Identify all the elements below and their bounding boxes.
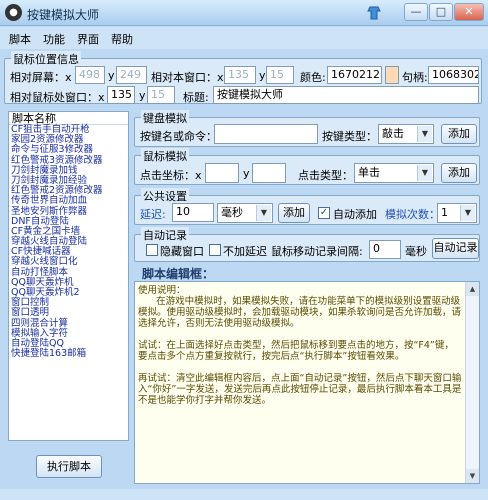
status-bar [0, 489, 488, 500]
window-title: 按键模拟大师 [27, 8, 100, 22]
key-add-button[interactable]: 添加 [441, 124, 477, 144]
penguin-icon: ● [5, 4, 22, 21]
click-type-select[interactable]: 单击 ▼ [354, 163, 434, 183]
close-button[interactable]: ✕ [454, 3, 484, 21]
chevron-down-icon: ▼ [417, 126, 432, 142]
no-delay-label: 不加延迟 [223, 245, 267, 258]
script-editor[interactable]: 使用说明： 在游戏中模拟时，如果模拟失败，请在功能菜单下的模拟级别设置驱动级模拟… [134, 281, 480, 484]
handle-label: 句柄: [402, 71, 428, 84]
editor-paragraph-try: 试试：在上面选择好点击类型，然后把鼠标移到要点击的地方，按“F4”键，要点击多个… [138, 340, 454, 362]
click-type-value: 单击 [358, 166, 380, 179]
auto-add-label: 自动添加 [333, 208, 377, 221]
menu-bar: 脚本 功能 界面 帮助 [0, 27, 488, 49]
run-script-button[interactable]: 执行脚本 [36, 455, 102, 478]
maximize-button[interactable]: □ [429, 3, 453, 21]
script-list[interactable]: 脚本名称 CF狙击手自动开枪 家园2资源修改器 命令与征服3修改器 红色警戒3资源修改… [8, 111, 129, 441]
key-type-label: 按键类型： [322, 130, 377, 143]
sim-times-label: 模拟次数： [385, 208, 440, 221]
caption-field: 按键模拟大师 [213, 86, 479, 104]
interval-label: 鼠标移动记录间隔: [271, 245, 363, 258]
click-type-label: 点击类型： [298, 169, 353, 182]
editor-scrollbar[interactable]: ▲ ▼ [465, 282, 479, 483]
scroll-down-icon[interactable]: ▼ [466, 469, 479, 483]
mouse-info-title: 鼠标位置信息 [11, 51, 81, 67]
key-name-input[interactable] [214, 124, 318, 144]
key-type-select[interactable]: 敲击 ▼ [378, 124, 434, 144]
interval-unit-label: 毫秒 [405, 245, 427, 258]
sim-times-select[interactable]: 1 ▼ [437, 203, 477, 223]
mouse-add-button[interactable]: 添加 [441, 163, 477, 183]
title-bar: ● 按键模拟大师 — □ ✕ [0, 0, 488, 26]
skin-icon[interactable] [367, 5, 381, 20]
menu-function[interactable]: 功能 [43, 31, 65, 47]
screen-x-field: 498 [75, 66, 105, 84]
color-swatch [385, 66, 399, 84]
editor-title: 脚本编辑框： [142, 267, 215, 281]
key-type-value: 敲击 [382, 127, 404, 140]
scroll-up-icon[interactable]: ▲ [466, 282, 479, 296]
script-list-items: CF狙击手自动开枪 家园2资源修改器 命令与征服3修改器 红色警戒3资源修改器 刀剑封魔… [9, 124, 128, 359]
handle-field: 10683022 [428, 66, 479, 84]
auto-record-button[interactable]: 自动记录 [432, 238, 479, 259]
menu-help[interactable]: 帮助 [111, 31, 133, 47]
delay-input[interactable]: 10 [172, 203, 214, 222]
delay-unit-select[interactable]: 毫秒 ▼ [217, 203, 273, 223]
editor-paragraph-usage: 使用说明： 在游戏中模拟时，如果模拟失败，请在功能菜单下的模拟级别设置驱动级模拟… [138, 285, 462, 329]
auto-record-title: 自动记录 [141, 227, 189, 243]
list-item[interactable]: 传奇世界自动加血 [9, 196, 128, 206]
window-y-label: y [259, 69, 266, 82]
hide-window-label: 隐藏窗口 [160, 245, 204, 258]
hover-window-label: 相对鼠标处窗口：x [10, 91, 105, 104]
hover-y-field: 15 [147, 86, 175, 104]
chevron-down-icon: ▼ [460, 205, 475, 221]
delay-label: 延迟: [140, 208, 166, 221]
hover-y-label: y [139, 89, 146, 102]
list-item[interactable]: 快捷登陆163邮箱 [9, 349, 128, 359]
chevron-down-icon: ▼ [417, 165, 432, 181]
sim-times-value: 1 [441, 206, 448, 219]
menu-script[interactable]: 脚本 [9, 31, 31, 47]
color-field: 16702123 [327, 66, 382, 84]
window-y-field: 15 [266, 66, 294, 84]
interval-input[interactable]: 0 [369, 240, 401, 259]
click-y-label: y [243, 167, 250, 180]
color-label: 颜色: [300, 71, 326, 84]
menu-interface[interactable]: 界面 [77, 31, 99, 47]
common-settings-title: 公共设置 [141, 188, 189, 204]
mouse-sim-title: 鼠标模拟 [141, 148, 189, 164]
click-coord-label: 点击坐标：x [140, 169, 202, 182]
keyboard-group-title: 键盘模拟 [141, 110, 189, 126]
click-x-input[interactable] [205, 163, 239, 183]
hover-x-field: 135 [107, 86, 135, 104]
window-x-field: 135 [224, 66, 256, 84]
delay-unit-value: 毫秒 [221, 206, 243, 219]
caption-label: 标题: [183, 91, 209, 104]
key-name-label: 按键名或命令： [140, 130, 217, 143]
window-pos-label: 相对本窗口：x [151, 71, 224, 84]
hide-window-checkbox[interactable] [146, 244, 158, 256]
common-add-button[interactable]: 添加 [278, 203, 310, 223]
no-delay-checkbox[interactable] [209, 244, 221, 256]
chevron-down-icon: ▼ [256, 205, 271, 221]
screen-y-label: y [108, 69, 115, 82]
screen-y-field: 249 [116, 66, 147, 84]
screen-pos-label: 相对屏幕：x [10, 71, 72, 84]
editor-paragraph-retry: 再试试：清空此编辑框内容后，点上面“自动记录”按钮，然后点下聊天窗口输入“你好”… [138, 373, 462, 406]
auto-add-checkbox[interactable]: ✓ [318, 207, 330, 219]
click-y-input[interactable] [252, 163, 286, 183]
minimize-button[interactable]: — [404, 3, 428, 21]
